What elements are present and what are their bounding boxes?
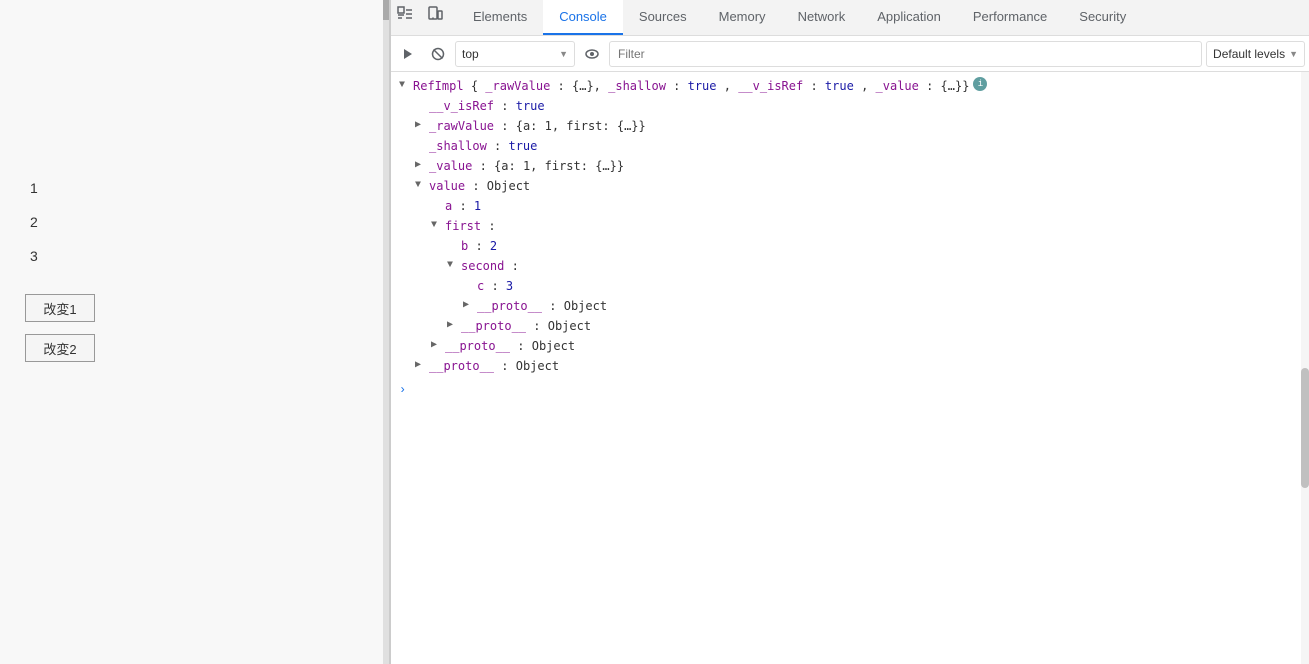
page-numbers: 1 2 3: [30, 180, 369, 264]
console-line-10: ▼ second :: [391, 256, 1309, 276]
expand-icon-13[interactable]: ▶: [447, 317, 459, 335]
tab-console[interactable]: Console: [543, 0, 623, 35]
expand-icon-3[interactable]: ▶: [415, 117, 427, 135]
console-line-3: ▶ _rawValue : {a: 1, first: {…}}: [391, 116, 1309, 136]
filter-input[interactable]: [609, 41, 1202, 67]
console-line-9: ▶ b : 2: [391, 236, 1309, 256]
change-button-1[interactable]: 改変1: [25, 294, 95, 322]
console-line-11: ▶ c : 3: [391, 276, 1309, 296]
console-toolbar: top ▼ Default levels ▼: [391, 36, 1309, 72]
tab-security[interactable]: Security: [1063, 0, 1142, 35]
console-prompt-line: ›: [391, 380, 1309, 400]
console-scrollbar-thumb[interactable]: [1301, 368, 1309, 488]
default-levels-selector[interactable]: Default levels ▼: [1206, 41, 1305, 67]
console-line-12: ▶ __proto__ : Object: [391, 296, 1309, 316]
execute-icon[interactable]: [395, 41, 421, 67]
tab-memory[interactable]: Memory: [703, 0, 782, 35]
change-button-2[interactable]: 改変2: [25, 334, 95, 362]
console-line-6: ▼ value : Object: [391, 176, 1309, 196]
expand-icon-15[interactable]: ▶: [415, 357, 427, 375]
expand-icon-10[interactable]: ▼: [447, 257, 459, 275]
console-line-15: ▶ __proto__ : Object: [391, 356, 1309, 376]
page-number-2: 2: [30, 214, 369, 230]
console-line-13: ▶ __proto__ : Object: [391, 316, 1309, 336]
eye-icon[interactable]: [579, 41, 605, 67]
tab-network[interactable]: Network: [782, 0, 862, 35]
inspector-icon[interactable]: [391, 0, 419, 28]
context-selector[interactable]: top ▼: [455, 41, 575, 67]
page-number-3: 3: [30, 248, 369, 264]
page-buttons: 改変1 改変2: [25, 294, 369, 362]
tab-performance[interactable]: Performance: [957, 0, 1063, 35]
console-line-7: ▶ a : 1: [391, 196, 1309, 216]
console-line-1: ▼ RefImpl { _rawValue : {…}, _shallow : …: [391, 76, 1309, 96]
page-scrollbar-thumb[interactable]: [383, 0, 389, 20]
tab-application[interactable]: Application: [861, 0, 957, 35]
webpage-area: 1 2 3 改変1 改変2: [0, 0, 390, 664]
tab-sources[interactable]: Sources: [623, 0, 703, 35]
expand-icon-1[interactable]: ▼: [399, 77, 411, 95]
tab-elements[interactable]: Elements: [457, 0, 543, 35]
expand-icon-8[interactable]: ▼: [431, 217, 443, 235]
devtools-panel: Elements Console Sources Memory Network …: [390, 0, 1309, 664]
page-scrollbar[interactable]: [383, 0, 389, 664]
levels-chevron: ▼: [1289, 49, 1298, 59]
expand-icon-12[interactable]: ▶: [463, 297, 475, 315]
console-scrollbar[interactable]: [1301, 72, 1309, 664]
page-number-1: 1: [30, 180, 369, 196]
device-icon[interactable]: [421, 0, 449, 28]
expand-icon-6[interactable]: ▼: [415, 177, 427, 195]
context-chevron: ▼: [559, 49, 568, 59]
devtools-tab-bar: Elements Console Sources Memory Network …: [391, 0, 1309, 36]
expand-icon-5[interactable]: ▶: [415, 157, 427, 175]
console-line-14: ▶ __proto__ : Object: [391, 336, 1309, 356]
console-line-4: ▶ _shallow : true: [391, 136, 1309, 156]
block-icon[interactable]: [425, 41, 451, 67]
console-line-8: ▼ first :: [391, 216, 1309, 236]
prompt-chevron[interactable]: ›: [399, 381, 406, 399]
info-icon[interactable]: i: [973, 77, 987, 91]
console-output: ▼ RefImpl { _rawValue : {…}, _shallow : …: [391, 72, 1309, 664]
expand-icon-14[interactable]: ▶: [431, 337, 443, 355]
console-line-5: ▶ _value : {a: 1, first: {…}}: [391, 156, 1309, 176]
console-line-2: ▶ __v_isRef : true: [391, 96, 1309, 116]
